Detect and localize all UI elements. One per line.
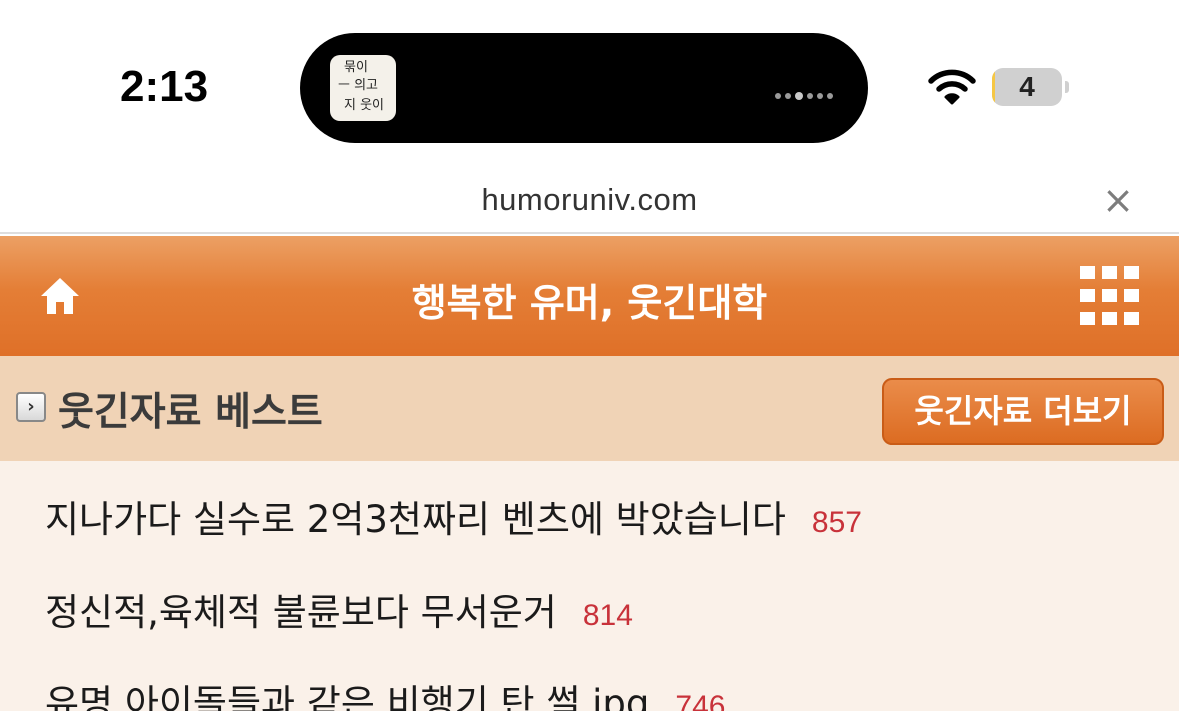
status-time: 2:13 bbox=[120, 62, 209, 111]
chevron-right-icon: › bbox=[16, 392, 46, 422]
list-item[interactable]: 지나가다 실수로 2억3천짜리 벤츠에 박았습니다 857 bbox=[45, 489, 862, 543]
thumb-text-line: ㅡ 의고 bbox=[338, 78, 379, 93]
battery-icon: 4 bbox=[992, 68, 1069, 106]
audio-waveform-icon bbox=[775, 85, 845, 100]
battery-tip bbox=[1065, 81, 1069, 93]
dynamic-island[interactable]: 묶이 ㅡ 의고 지 웃이 bbox=[300, 33, 868, 143]
battery-level: 4 bbox=[1019, 71, 1035, 102]
now-playing-thumbnail: 묶이 ㅡ 의고 지 웃이 bbox=[330, 55, 396, 121]
post-list: 지나가다 실수로 2억3천짜리 벤츠에 박았습니다 857 정신적,육체적 불륜보… bbox=[0, 461, 1179, 711]
post-title[interactable]: 정신적,육체적 불륜보다 무서운거 bbox=[45, 591, 557, 634]
site-title[interactable]: 행복한 유머, 웃긴대학 bbox=[0, 272, 1179, 327]
thumb-text-line: 지 웃이 bbox=[344, 98, 385, 113]
comment-count: 814 bbox=[582, 599, 633, 632]
status-bar: 2:13 묶이 ㅡ 의고 지 웃이 4 bbox=[0, 0, 1179, 170]
site-header: 행복한 유머, 웃긴대학 bbox=[0, 236, 1179, 356]
grid-menu-icon[interactable] bbox=[1080, 266, 1140, 326]
browser-url-bar: humoruniv.com × bbox=[0, 170, 1179, 234]
comment-count: 857 bbox=[811, 506, 862, 539]
comment-count: 746 bbox=[675, 690, 726, 711]
url-text[interactable]: humoruniv.com bbox=[0, 182, 1179, 218]
section-title: 웃긴자료 베스트 bbox=[58, 390, 323, 435]
more-button[interactable]: 웃긴자료 더보기 bbox=[882, 378, 1164, 445]
battery-body: 4 bbox=[992, 68, 1062, 106]
close-icon[interactable]: × bbox=[1100, 181, 1136, 219]
wifi-icon bbox=[928, 69, 976, 105]
list-item[interactable]: 유명 아이돌들과 같은 비행기 탄 썰.jpg 746 bbox=[45, 673, 725, 711]
post-title[interactable]: 유명 아이돌들과 같은 비행기 탄 썰.jpg bbox=[45, 682, 649, 711]
thumb-text-line: 묶이 bbox=[344, 60, 368, 75]
list-item[interactable]: 정신적,육체적 불륜보다 무서운거 814 bbox=[45, 582, 633, 636]
post-title[interactable]: 지나가다 실수로 2억3천짜리 벤츠에 박았습니다 bbox=[45, 498, 786, 541]
